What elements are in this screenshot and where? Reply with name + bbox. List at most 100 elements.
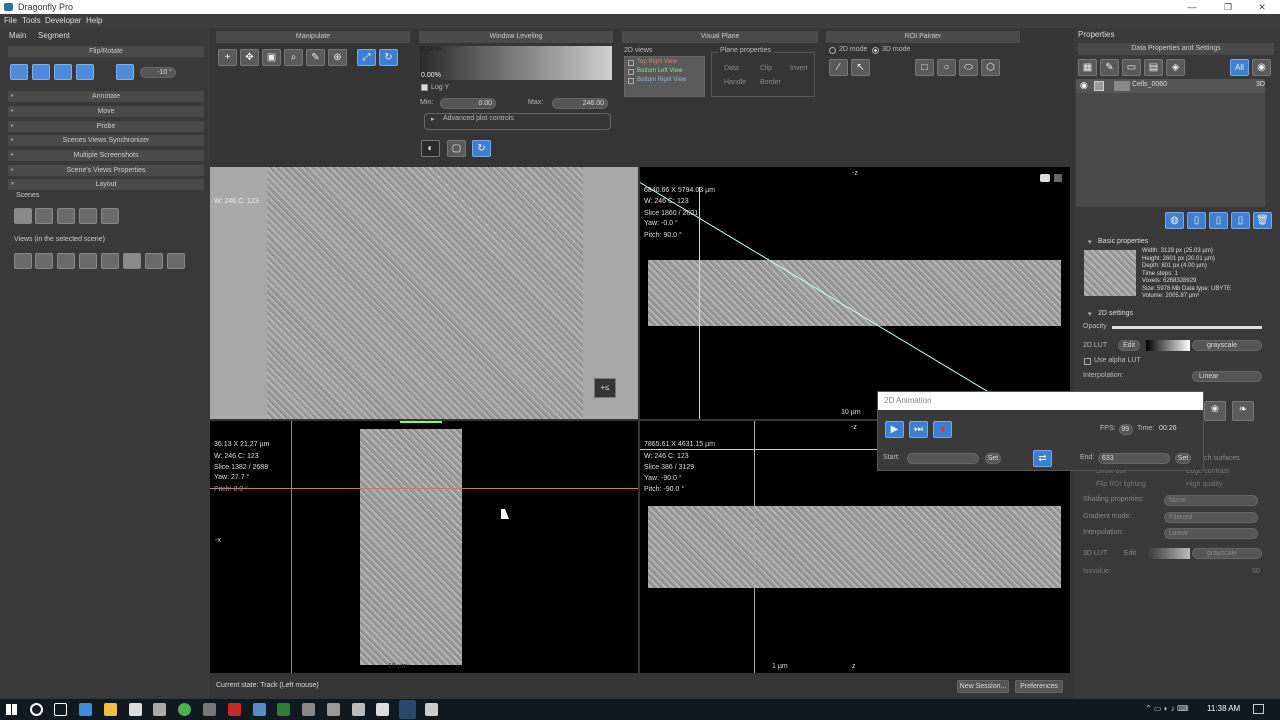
- section-annotate[interactable]: ▸ Annotate: [8, 91, 204, 102]
- view-bottom-right[interactable]: Bottom Right View: [637, 77, 686, 83]
- start-set-button[interactable]: Set: [985, 453, 1001, 464]
- section-probe[interactable]: ▸ Probe: [8, 121, 204, 132]
- shading-select[interactable]: None: [1164, 495, 1258, 506]
- menu-help[interactable]: Help: [86, 16, 102, 25]
- app-icon-2[interactable]: [203, 703, 216, 716]
- top-right-view[interactable]: 6840.66 X 5794.03 µm W: 246 C: 123 Slice…: [640, 167, 1070, 419]
- zoom-tool-icon[interactable]: ⌕: [284, 49, 303, 66]
- all-filter-button[interactable]: All: [1230, 59, 1249, 76]
- minimize-button[interactable]: —: [1174, 0, 1210, 14]
- scene-layout-3[interactable]: [57, 208, 75, 224]
- view-layout-5[interactable]: [101, 253, 119, 269]
- max-input[interactable]: 246.00: [552, 98, 608, 109]
- action-icon-3[interactable]: ▯: [1209, 212, 1228, 229]
- fps-input[interactable]: 99: [1119, 424, 1133, 435]
- end-input[interactable]: 633: [1098, 453, 1170, 464]
- measure-tool-icon[interactable]: ✎: [306, 49, 325, 66]
- scene-layout-5[interactable]: [101, 208, 119, 224]
- app-icon-6[interactable]: [352, 703, 365, 716]
- top-left-view[interactable]: W: 246 C: 123 +≤: [210, 167, 638, 419]
- mail-icon[interactable]: [376, 703, 389, 716]
- data-checkbox[interactable]: Data: [724, 65, 739, 72]
- action-icon-2[interactable]: ▯: [1187, 212, 1206, 229]
- record-icon[interactable]: ●: [933, 421, 952, 438]
- section-view-properties[interactable]: ▸ Scene's Views Properties: [8, 165, 204, 176]
- action-icon-4[interactable]: ▯: [1231, 212, 1250, 229]
- view-layout-7[interactable]: [145, 253, 163, 269]
- store-icon[interactable]: [129, 703, 142, 716]
- pan-tool-icon[interactable]: ✥: [240, 49, 259, 66]
- flip-all-button[interactable]: [76, 64, 94, 80]
- visibility-icon[interactable]: ◉: [1252, 59, 1271, 76]
- app-icon-1[interactable]: [153, 703, 166, 716]
- end-set-button[interactable]: Set: [1175, 453, 1191, 464]
- advanced-plot-controls[interactable]: ▸ Advanced plot controls: [424, 113, 611, 130]
- gradient-select[interactable]: Filtered: [1164, 512, 1258, 523]
- step-forward-icon[interactable]: ⏭: [909, 421, 928, 438]
- close-button[interactable]: ✕: [1244, 0, 1280, 14]
- select-tool-icon[interactable]: +: [218, 49, 237, 66]
- render-preset-icon-2[interactable]: ❧: [1232, 401, 1254, 421]
- start-input[interactable]: [907, 453, 979, 464]
- 3d-mode-radio[interactable]: [872, 47, 879, 54]
- view-layout-8[interactable]: [167, 253, 185, 269]
- min-input[interactable]: 0.00: [440, 98, 496, 109]
- polygon-shape-icon[interactable]: ⬡: [981, 59, 1000, 76]
- view-checkbox[interactable]: [628, 60, 634, 66]
- crosshair-tool-icon[interactable]: ⊕: [328, 49, 347, 66]
- new-session-button[interactable]: New Session...: [957, 680, 1009, 693]
- view-bottom-left[interactable]: Bottom Left View: [637, 68, 682, 74]
- app-icon-4[interactable]: [302, 703, 315, 716]
- view-layout-6[interactable]: [123, 253, 141, 269]
- swap-range-icon[interactable]: ⇄: [1033, 450, 1052, 467]
- app-icon-5[interactable]: [327, 703, 340, 716]
- flip-vertical-button[interactable]: [32, 64, 50, 80]
- rectangle-shape-icon[interactable]: □: [915, 59, 934, 76]
- view-checkbox[interactable]: [628, 78, 634, 84]
- flip-roi-checkbox[interactable]: Flip ROI lighting: [1096, 481, 1146, 488]
- lut3d-select[interactable]: grayscale: [1192, 548, 1262, 559]
- rotate-tool-icon[interactable]: ▣: [262, 49, 281, 66]
- delete-icon[interactable]: 🗑: [1253, 212, 1272, 229]
- opacity-slider[interactable]: [1112, 326, 1262, 329]
- brush-icon[interactable]: ⁄: [829, 59, 848, 76]
- view-top-right[interactable]: Top Right View: [637, 59, 677, 65]
- circle-shape-icon[interactable]: ○: [937, 59, 956, 76]
- edit-lut-button[interactable]: Edit: [1118, 340, 1140, 351]
- view-layout-4[interactable]: [79, 253, 97, 269]
- menu-file[interactable]: File: [4, 16, 17, 25]
- scene-layout-1[interactable]: [14, 208, 32, 224]
- maximize-view-icon[interactable]: [1054, 174, 1062, 182]
- contrast-icon[interactable]: ◐: [421, 140, 440, 157]
- app-icon-3[interactable]: [253, 703, 266, 716]
- menu-tools[interactable]: Tools: [22, 16, 41, 25]
- swap-axis-icon[interactable]: +≤: [594, 378, 616, 398]
- dragonfly-taskbar-icon[interactable]: [399, 700, 416, 719]
- app-icon-7[interactable]: [425, 703, 438, 716]
- tab-main[interactable]: Main: [9, 31, 26, 40]
- basic-properties-arrow-icon[interactable]: ▾: [1088, 238, 1092, 246]
- reset-view-icon[interactable]: ↻: [379, 49, 398, 66]
- scene-layout-4[interactable]: [79, 208, 97, 224]
- clip-checkbox[interactable]: Clip: [760, 65, 772, 72]
- render-preset-icon-1[interactable]: ❀: [1204, 401, 1226, 421]
- maximize-button[interactable]: ❐: [1210, 0, 1246, 14]
- grid-view-icon[interactable]: ▦: [1078, 59, 1097, 76]
- high-quality-checkbox[interactable]: High quality: [1186, 481, 1223, 488]
- reset-leveling-icon[interactable]: ↻: [472, 140, 491, 157]
- new-object-icon[interactable]: ▭: [1122, 59, 1141, 76]
- view-layout-1[interactable]: [14, 253, 32, 269]
- pointer-icon[interactable]: ↖: [851, 59, 870, 76]
- use-alpha-checkbox[interactable]: [1084, 358, 1091, 365]
- 2d-settings-arrow-icon[interactable]: ▾: [1088, 310, 1092, 318]
- border-checkbox[interactable]: Border: [760, 79, 781, 86]
- ellipse-shape-icon[interactable]: ⬭: [959, 59, 978, 76]
- section-screenshots[interactable]: ▸ Multiple Screenshots: [8, 150, 204, 161]
- handle-checkbox[interactable]: Handle: [724, 79, 746, 86]
- play-icon[interactable]: ▶: [885, 421, 904, 438]
- camera-icon[interactable]: [1040, 174, 1050, 182]
- edit-3d-lut-button[interactable]: Edit: [1124, 550, 1136, 557]
- flip-depth-button[interactable]: [54, 64, 72, 80]
- rotate-icon[interactable]: [116, 64, 134, 80]
- task-view-icon[interactable]: [54, 703, 67, 716]
